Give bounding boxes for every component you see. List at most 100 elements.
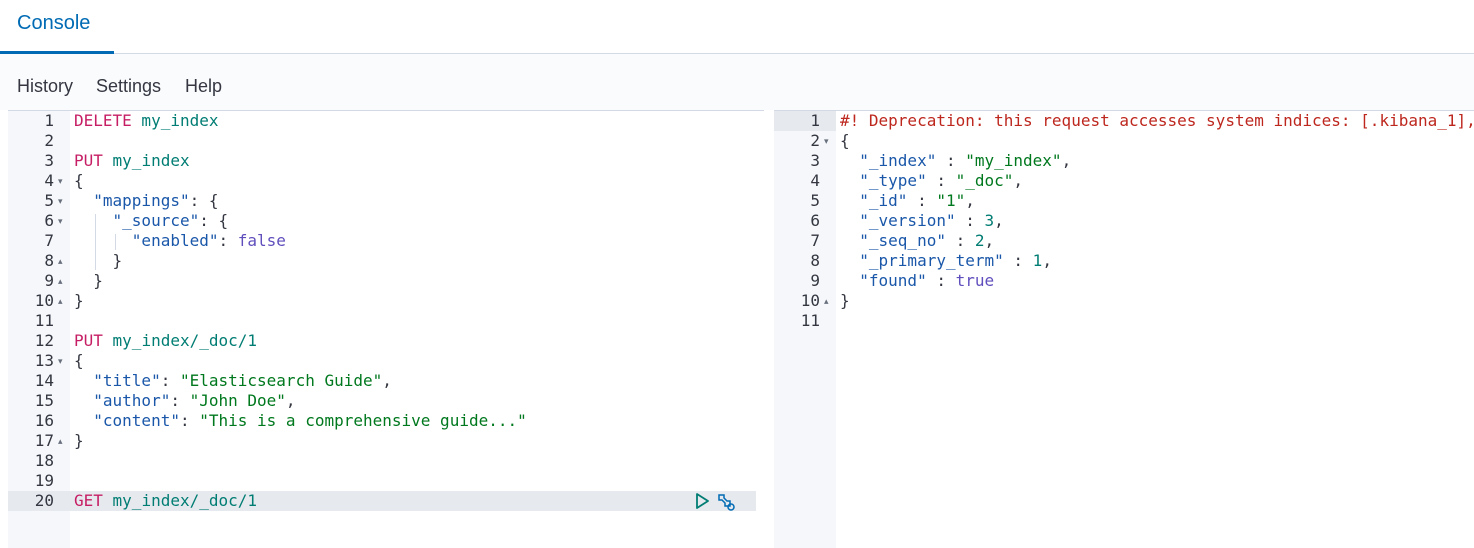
code-token: PUT xyxy=(74,151,103,170)
fold-collapse-icon[interactable]: ▾ xyxy=(58,176,63,187)
code-token: "Elasticsearch Guide" xyxy=(179,371,383,390)
fold-expand-icon[interactable]: ▴ xyxy=(58,436,63,447)
request-code-line[interactable]: GET my_index/_doc/1 xyxy=(74,491,257,511)
response-code-line[interactable]: { xyxy=(840,131,850,151)
code-token: : { xyxy=(189,191,219,210)
response-line-number: 3 xyxy=(810,151,820,170)
fold-collapse-icon[interactable]: ▾ xyxy=(58,356,63,367)
request-line-number: 20 xyxy=(34,491,54,510)
response-line-number: 10 xyxy=(800,291,820,310)
code-token: true xyxy=(955,271,995,290)
response-line-number: 5 xyxy=(810,191,820,210)
code-token: 1 xyxy=(1032,251,1043,270)
code-token: : xyxy=(926,271,956,290)
code-token: "_seq_no" xyxy=(859,231,946,250)
help-menu-item[interactable]: Help xyxy=(185,76,222,97)
settings-menu-item[interactable]: Settings xyxy=(96,76,161,97)
response-code-line[interactable]: #! Deprecation: this request accesses sy… xyxy=(840,111,1474,131)
fold-expand-icon[interactable]: ▴ xyxy=(58,296,63,307)
request-code-line[interactable]: } xyxy=(74,271,103,291)
request-code-line[interactable]: DELETE my_index xyxy=(74,111,219,131)
request-code-line[interactable]: } xyxy=(74,431,84,451)
request-line-number: 8 xyxy=(44,251,54,270)
request-code-line[interactable]: } xyxy=(74,291,84,311)
tab-bar: Console xyxy=(0,0,1474,54)
response-code-line[interactable]: "found" : true xyxy=(840,271,994,291)
request-code-line[interactable]: } xyxy=(74,251,123,271)
response-line-number: 8 xyxy=(810,251,820,270)
fold-expand-icon[interactable]: ▴ xyxy=(824,296,829,307)
code-token: , xyxy=(1042,251,1052,270)
request-line-number: 19 xyxy=(34,471,54,490)
fold-collapse-icon[interactable]: ▾ xyxy=(58,216,63,227)
request-code-line[interactable]: { xyxy=(74,351,84,371)
code-token: "_version" xyxy=(859,211,956,230)
response-code-line[interactable]: } xyxy=(840,291,850,311)
request-code-line[interactable]: PUT my_index xyxy=(74,151,190,171)
fold-collapse-icon[interactable]: ▾ xyxy=(824,136,829,147)
request-code-line[interactable]: "content": "This is a comprehensive guid… xyxy=(74,411,526,431)
code-token: , xyxy=(994,211,1004,230)
request-code-line[interactable]: PUT my_index/_doc/1 xyxy=(74,331,257,351)
code-token: { xyxy=(74,171,84,190)
code-token: "title" xyxy=(93,371,161,390)
request-code-line[interactable]: { xyxy=(74,171,84,191)
request-code-line[interactable]: "mappings": { xyxy=(74,191,219,211)
request-code-line[interactable]: "_source": { xyxy=(74,211,229,231)
request-line-number: 6 xyxy=(44,211,54,230)
code-token: "_id" xyxy=(859,191,908,210)
request-code-line[interactable]: "enabled": false xyxy=(74,231,286,251)
tab-console-label: Console xyxy=(17,12,91,34)
request-line-number: 15 xyxy=(34,391,54,410)
code-token: : xyxy=(170,391,190,410)
tab-console[interactable]: Console xyxy=(0,0,114,54)
play-icon[interactable] xyxy=(691,491,711,511)
response-viewer[interactable]: 1 #! Deprecation: this request accesses s… xyxy=(774,110,1474,548)
fold-collapse-icon[interactable]: ▾ xyxy=(58,196,63,207)
history-menu-item[interactable]: History xyxy=(17,76,73,97)
code-token: "1" xyxy=(936,191,966,210)
code-token: #! Deprecation: this request accesses sy… xyxy=(840,111,1474,130)
response-code-line[interactable]: "_type" : "_doc", xyxy=(840,171,1023,191)
request-line-number: 10 xyxy=(34,291,54,310)
code-token: , xyxy=(984,231,995,250)
response-code-line[interactable]: "_id" : "1", xyxy=(840,191,975,211)
code-token: "content" xyxy=(93,411,180,430)
request-line-number: 14 xyxy=(34,371,54,390)
code-token: false xyxy=(237,231,286,250)
code-token: } xyxy=(74,291,84,310)
response-line-number: 7 xyxy=(810,231,820,250)
code-token: "_index" xyxy=(859,151,937,170)
code-token: : { xyxy=(199,211,229,230)
code-token: "found" xyxy=(859,271,927,290)
request-line-number: 4 xyxy=(44,171,54,190)
response-code-line[interactable]: "_index" : "my_index", xyxy=(840,151,1071,171)
code-token: "_primary_term" xyxy=(859,251,1004,270)
response-code-line[interactable]: "_primary_term" : 1, xyxy=(840,251,1052,271)
code-token: : xyxy=(955,211,985,230)
code-token: 3 xyxy=(984,211,995,230)
code-token: "_doc" xyxy=(955,171,1014,190)
code-token: { xyxy=(74,351,84,370)
code-token: 2 xyxy=(974,231,985,250)
request-line-number: 1 xyxy=(44,111,54,130)
fold-expand-icon[interactable]: ▴ xyxy=(58,256,63,267)
code-token: "enabled" xyxy=(131,231,219,250)
response-code-line[interactable]: "_seq_no" : 2, xyxy=(840,231,994,251)
fold-expand-icon[interactable]: ▴ xyxy=(58,276,63,287)
request-editor[interactable]: 1 DELETE my_index 2 3 PUT my_index 4 ▾ {5 ▾ "map… xyxy=(8,110,764,548)
request-code-line[interactable]: "author": "John Doe", xyxy=(74,391,295,411)
request-code-line[interactable]: "title": "Elasticsearch Guide", xyxy=(74,371,392,391)
wrench-icon[interactable] xyxy=(715,491,735,511)
response-code-line[interactable]: "_version" : 3, xyxy=(840,211,1004,231)
console-menu: History Settings Help xyxy=(0,54,1474,110)
code-token: "John Doe" xyxy=(189,391,286,410)
